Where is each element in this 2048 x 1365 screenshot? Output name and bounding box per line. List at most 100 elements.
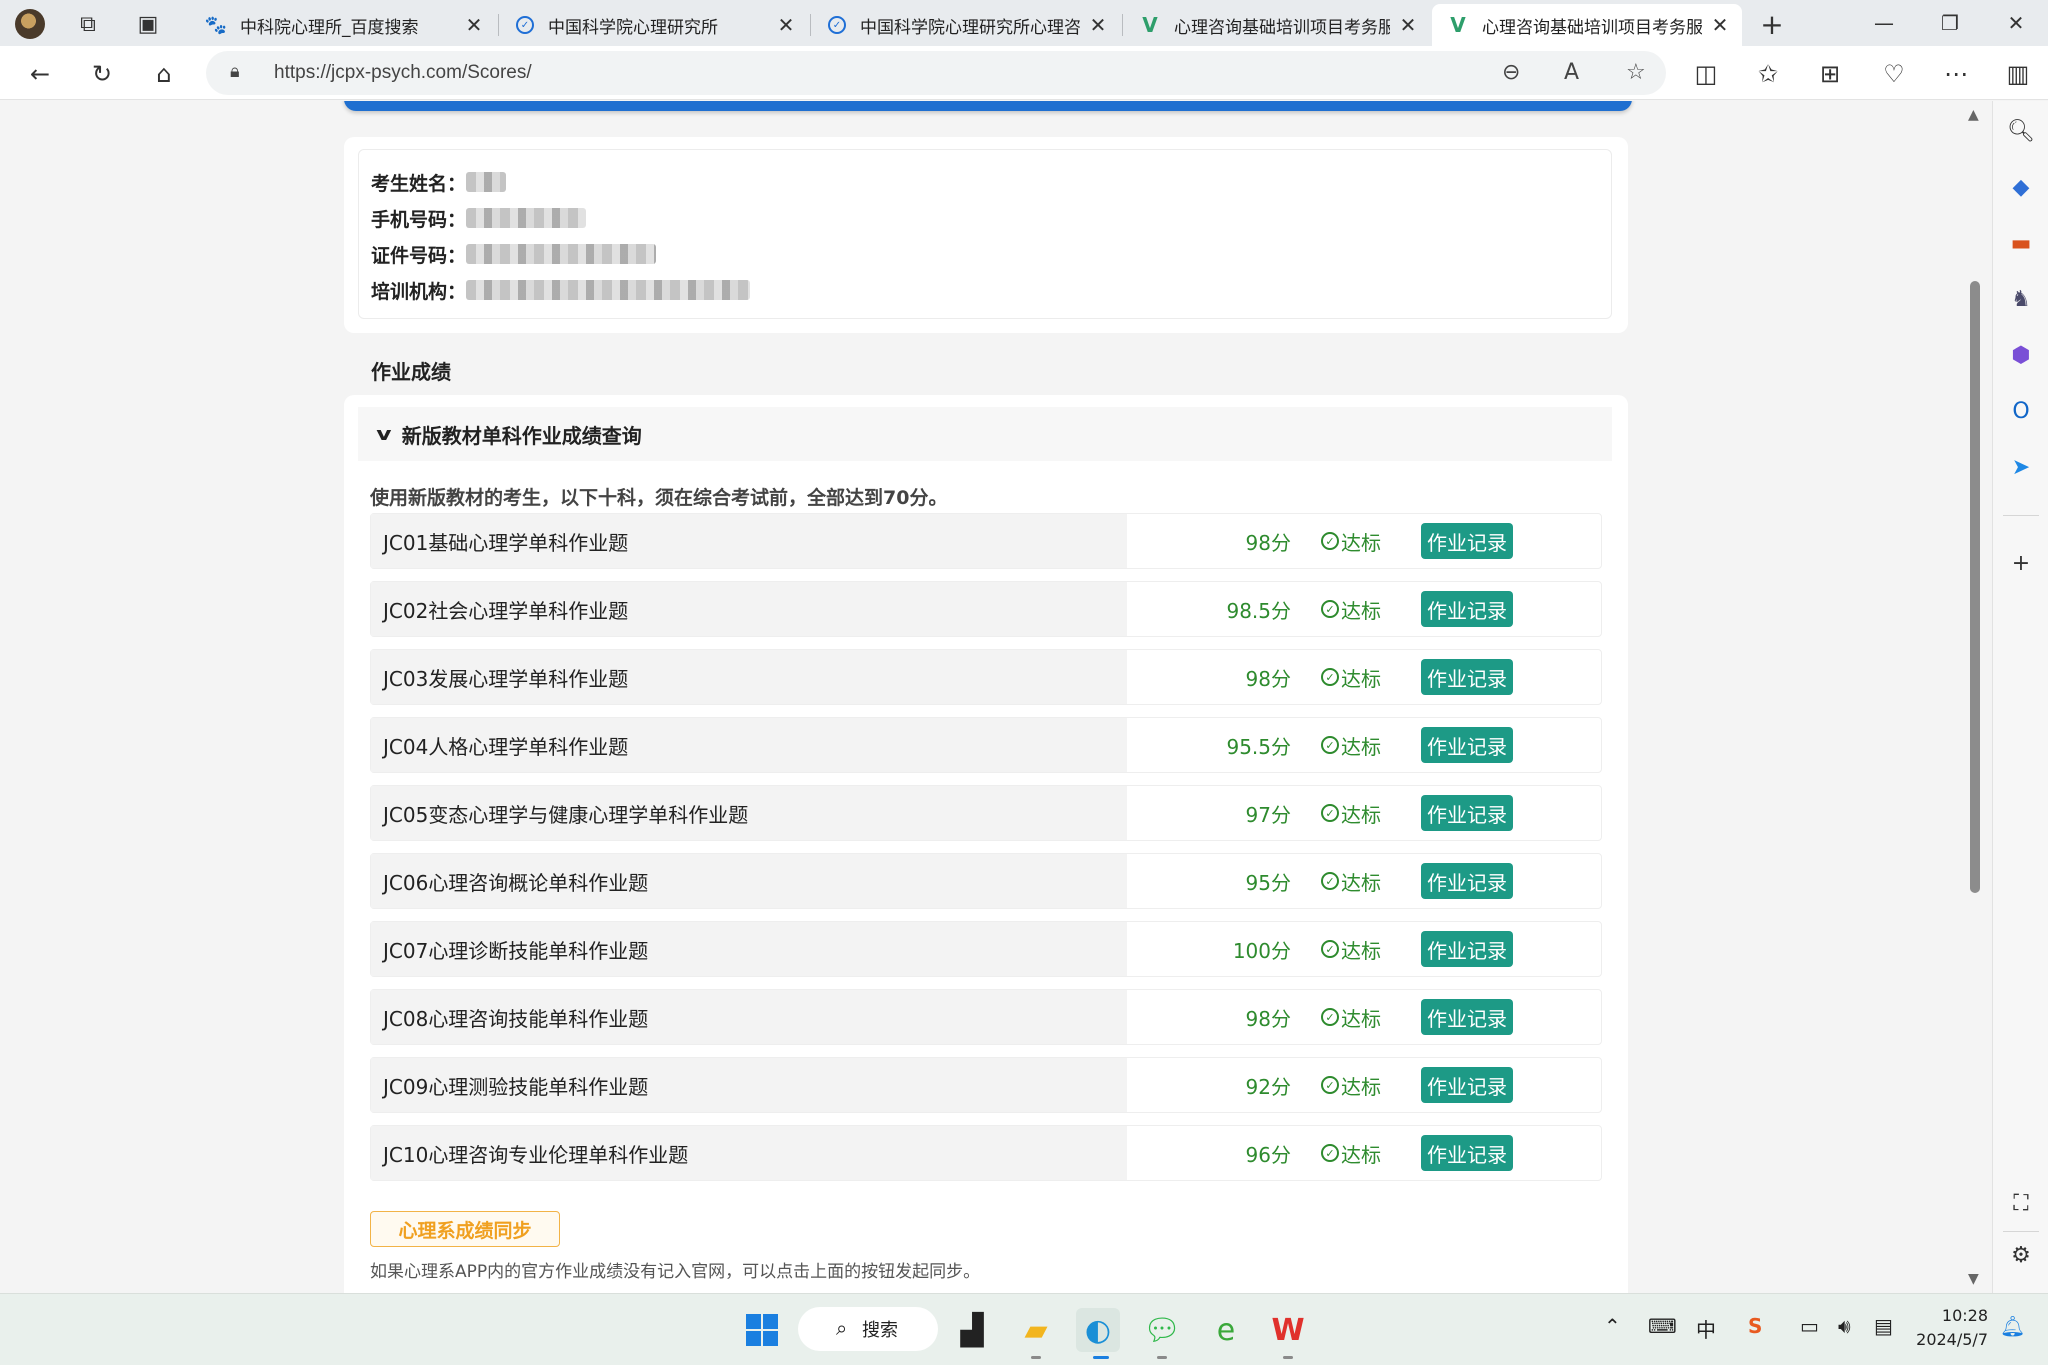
status-badge: ✓ 达标	[1321, 718, 1381, 772]
candidate-info-card: 考生姓名： 手机号码： 证件号码： 培训机构：	[344, 137, 1628, 333]
tools-icon[interactable]: ▬	[2007, 229, 2035, 257]
add-icon[interactable]: +	[2007, 549, 2035, 577]
subject-name: JC02社会心理学单科作业题	[371, 582, 1127, 636]
tab-actions-icon[interactable]: ▣	[132, 8, 164, 40]
search-icon[interactable]: 🔍︎	[2007, 117, 2035, 145]
windows-start-icon[interactable]	[740, 1308, 784, 1352]
close-tab-icon[interactable]: ✕	[1398, 13, 1418, 37]
score-row: JC06心理咨询概论单科作业题 95分 ✓ 达标 作业记录	[370, 853, 1602, 909]
subject-score: 92分	[1245, 1074, 1291, 1099]
status-badge: ✓ 达标	[1321, 1058, 1381, 1112]
score-card: v 新版教材单科作业成绩查询 使用新版教材的考生，以下十科，须在综合考试前，全部…	[344, 395, 1628, 1293]
minimize-icon[interactable]: —	[1852, 0, 1916, 46]
homework-record-button[interactable]: 作业记录	[1421, 795, 1513, 831]
close-tab-icon[interactable]: ✕	[776, 13, 796, 37]
battery-icon[interactable]: ▤	[1874, 1314, 1893, 1338]
homework-record-button[interactable]: 作业记录	[1421, 591, 1513, 627]
close-tab-icon[interactable]: ✕	[1710, 13, 1730, 37]
refresh-icon[interactable]: ↻	[84, 56, 120, 92]
send-icon[interactable]: ➤	[2007, 453, 2035, 481]
tab-title: 心理咨询基础培训项目考务服	[1482, 17, 1702, 38]
requirement-note: 使用新版教材的考生，以下十科，须在综合考试前，全部达到70分。	[370, 487, 948, 509]
new-tab-icon[interactable]: +	[1756, 8, 1788, 41]
check-circle-icon: ✓	[1321, 1076, 1339, 1094]
scroll-down-icon[interactable]: ▼	[1968, 1271, 1979, 1287]
subject-score: 95分	[1245, 870, 1291, 895]
profile-avatar-icon[interactable]	[14, 8, 46, 40]
file-explorer-icon[interactable]: ▰	[1014, 1308, 1058, 1352]
clock[interactable]: 10:28 2024/5/7	[1908, 1304, 1988, 1352]
games-icon[interactable]: ♞	[2007, 285, 2035, 313]
chevron-up-icon[interactable]: ⌃	[1604, 1314, 1621, 1338]
homework-record-button[interactable]: 作业记录	[1421, 659, 1513, 695]
edge-browser-icon[interactable]: ◐	[1076, 1308, 1120, 1352]
homework-record-button[interactable]: 作业记录	[1421, 523, 1513, 559]
clock-date: 2024/5/7	[1916, 1330, 1988, 1349]
collections-icon[interactable]: ⊞	[1812, 56, 1848, 92]
status-badge: ✓ 达标	[1321, 990, 1381, 1044]
scroll-up-icon[interactable]: ▲	[1968, 107, 1979, 123]
collapse-header[interactable]: v 新版教材单科作业成绩查询	[358, 407, 1612, 461]
favorite-star-icon[interactable]: ☆	[1626, 60, 1646, 85]
subject-name: JC05变态心理学与健康心理学单科作业题	[371, 786, 1127, 840]
outlook-icon[interactable]: O	[2007, 397, 2035, 425]
edge-sidebar: 🔍︎ ◆ ▬ ♞ ⬢ O ➤ + ⛶ ⚙	[1992, 101, 2048, 1293]
screenshot-icon[interactable]: ⛶	[2007, 1189, 2035, 1217]
status-badge: ✓ 达标	[1321, 582, 1381, 636]
cas-icon: ✓	[516, 16, 534, 34]
homework-record-button[interactable]: 作业记录	[1421, 1135, 1513, 1171]
url-text[interactable]: https://jcpx-psych.com/Scores/	[274, 62, 532, 84]
volume-icon[interactable]: 🔊︎	[1838, 1314, 1851, 1338]
split-screen-icon[interactable]: ◫	[1688, 56, 1724, 92]
home-icon[interactable]: ⌂	[146, 56, 182, 92]
task-view-icon[interactable]: ▟	[950, 1308, 994, 1352]
score-row: JC05变态心理学与健康心理学单科作业题 97分 ✓ 达标 作业记录	[370, 785, 1602, 841]
tab-exam-service-active[interactable]: V 心理咨询基础培训项目考务服 ✕	[1432, 4, 1742, 46]
network-icon[interactable]: ▭	[1800, 1314, 1819, 1338]
homework-record-button[interactable]: 作业记录	[1421, 1067, 1513, 1103]
ime-indicator[interactable]: 中	[1696, 1314, 1716, 1343]
sync-scores-button[interactable]: 心理系成绩同步	[370, 1211, 560, 1247]
workspaces-icon[interactable]: ⧉	[72, 8, 104, 40]
restore-icon[interactable]: ❐	[1918, 0, 1982, 46]
taskbar-search[interactable]: ⌕ 搜索	[798, 1307, 938, 1351]
homework-record-button[interactable]: 作业记录	[1421, 999, 1513, 1035]
lock-icon[interactable]: 🔒︎	[230, 61, 240, 82]
status-text: 达标	[1341, 598, 1381, 623]
homework-record-button[interactable]: 作业记录	[1421, 931, 1513, 967]
notification-bell-icon[interactable]: 🔔︎	[2000, 1314, 2025, 1338]
org-label: 培训机构：	[371, 280, 467, 303]
sidebar-toggle-icon[interactable]: ▥	[2000, 56, 2036, 92]
close-tab-icon[interactable]: ✕	[1088, 13, 1108, 37]
close-tab-icon[interactable]: ✕	[464, 13, 484, 37]
homework-record-button[interactable]: 作业记录	[1421, 863, 1513, 899]
copilot-icon[interactable]: ⬢	[2007, 341, 2035, 369]
tab-baidu-search[interactable]: 🐾 中科院心理所_百度搜索 ✕	[190, 4, 496, 46]
subject-name: JC01基础心理学单科作业题	[371, 514, 1127, 568]
wechat-icon[interactable]: 💬︎	[1140, 1308, 1184, 1352]
shopping-tag-icon[interactable]: ◆	[2007, 173, 2035, 201]
close-window-icon[interactable]: ✕	[1984, 0, 2048, 46]
url-bar[interactable]: 🔒︎ https://jcpx-psych.com/Scores/ ⊖ A ☆	[206, 51, 1666, 95]
status-text: 达标	[1341, 870, 1381, 895]
org-redacted	[466, 280, 751, 300]
tab-exam-service-1[interactable]: V 心理咨询基础培训项目考务服 ✕	[1124, 4, 1430, 46]
browser-essentials-icon[interactable]: ♡	[1876, 56, 1912, 92]
wps-icon[interactable]: W	[1266, 1308, 1310, 1352]
ie-browser-icon[interactable]: e	[1204, 1308, 1248, 1352]
tab-cas-institute[interactable]: ✓ 中国科学院心理研究所 ✕	[500, 4, 808, 46]
zoom-out-icon[interactable]: ⊖	[1502, 60, 1520, 85]
check-circle-icon: ✓	[1321, 940, 1339, 958]
read-aloud-icon[interactable]: A	[1564, 60, 1579, 85]
homework-record-button[interactable]: 作业记录	[1421, 727, 1513, 763]
keyboard-icon[interactable]: ⌨	[1648, 1314, 1677, 1338]
favorites-icon[interactable]: ✩	[1750, 56, 1786, 92]
sogou-ime-icon[interactable]: S	[1748, 1314, 1762, 1338]
tab-cas-counseling[interactable]: ✓ 中国科学院心理研究所心理咨 ✕	[812, 4, 1120, 46]
settings-icon[interactable]: ⚙	[2007, 1241, 2035, 1269]
tab-bar: ⧉ ▣ 🐾 中科院心理所_百度搜索 ✕ ✓ 中国科学院心理研究所 ✕ ✓ 中国科…	[0, 0, 2048, 46]
page-scrollbar[interactable]: ▲ ▼	[1964, 101, 1992, 1293]
scroll-thumb[interactable]	[1970, 281, 1980, 893]
back-icon[interactable]: ←	[22, 56, 58, 92]
more-menu-icon[interactable]: ⋯	[1938, 56, 1974, 92]
